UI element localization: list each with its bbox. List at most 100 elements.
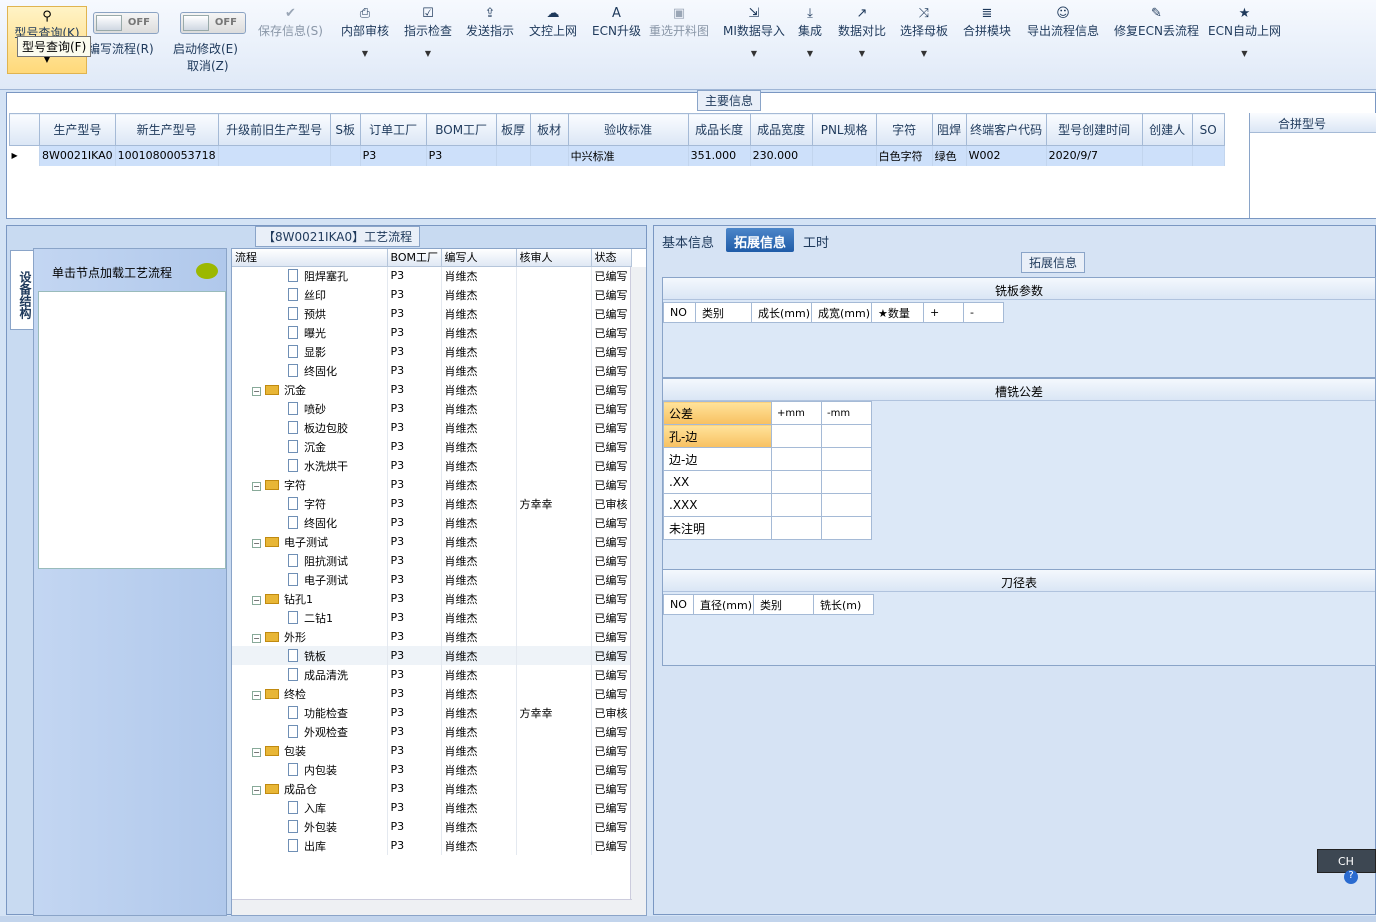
table-cell[interactable]: 351.000	[688, 145, 751, 166]
table-cell[interactable]	[812, 145, 877, 166]
tab-2[interactable]: 工时	[795, 228, 837, 252]
tolerance-row[interactable]: .XX	[663, 470, 872, 494]
tree-row[interactable]: 板边包胶 P3 肖维杰 已编写	[232, 418, 632, 437]
tolerance-row[interactable]: .XXX	[663, 493, 872, 517]
tree-row[interactable]: 成品清洗 P3 肖维杰 已编写	[232, 665, 632, 684]
collapse-icon[interactable]: −	[252, 747, 261, 757]
tolerance-minus-input[interactable]	[821, 447, 872, 471]
tab-equipment-structure[interactable]: 设备结构	[10, 250, 34, 330]
horizontal-scrollbar[interactable]	[232, 899, 632, 915]
column-header[interactable]: 生产型号	[39, 113, 116, 146]
table-cell[interactable]: P3	[360, 145, 427, 166]
table-cell[interactable]: 230.000	[750, 145, 813, 166]
tree-node[interactable]: 阻抗测试	[232, 551, 388, 570]
tree-column-header[interactable]: BOM工厂	[387, 249, 442, 267]
tree-row[interactable]: 显影 P3 肖维杰 已编写	[232, 342, 632, 361]
tree-node[interactable]: − 电子测试	[232, 532, 388, 551]
tree-node[interactable]: − 终检	[232, 684, 388, 703]
tree-row[interactable]: 外观检查 P3 肖维杰 已编写	[232, 722, 632, 741]
dropdown-arrow-icon[interactable]: ▼	[798, 49, 822, 58]
tree-row[interactable]: − 沉金 P3 肖维杰 已编写	[232, 380, 632, 399]
collapse-icon[interactable]: −	[252, 785, 261, 795]
toolbar-button-1[interactable]: ⎙ 内部审核 ▼	[341, 6, 389, 58]
tree-row[interactable]: − 字符 P3 肖维杰 已编写	[232, 475, 632, 494]
tree-node[interactable]: 终固化	[232, 513, 388, 532]
tool-column-header[interactable]: 类别	[753, 594, 814, 615]
column-header[interactable]: 成品宽度	[749, 113, 813, 146]
tree-row[interactable]: 内包装 P3 肖维杰 已编写	[232, 760, 632, 779]
tree-row[interactable]: 字符 P3 肖维杰 方幸幸 已审核	[232, 494, 632, 513]
mill-column-header[interactable]: 成宽(mm)	[811, 302, 872, 323]
column-header[interactable]: SO	[1191, 113, 1225, 146]
tree-row[interactable]: 入库 P3 肖维杰 已编写	[232, 798, 632, 817]
column-header[interactable]: 验收标准	[567, 113, 689, 146]
mill-column-header[interactable]: 成长(mm)	[751, 302, 812, 323]
tolerance-minus-input[interactable]	[821, 424, 872, 448]
toolbar-button-8[interactable]: ⤓ 集成 ▼	[798, 6, 822, 58]
tolerance-minus-input[interactable]	[821, 516, 872, 540]
tree-node[interactable]: 电子测试	[232, 570, 388, 589]
tree-node[interactable]: 喷砂	[232, 399, 388, 418]
tree-row[interactable]: 喷砂 P3 肖维杰 已编写	[232, 399, 632, 418]
collapse-icon[interactable]: −	[252, 386, 261, 396]
toolbar-button-5[interactable]: A ECN升级	[592, 6, 641, 39]
collapse-icon[interactable]: −	[252, 633, 261, 643]
table-cell[interactable]	[1192, 145, 1225, 166]
tree-node[interactable]: 内包装	[232, 760, 388, 779]
tree-row[interactable]: 水洗烘干 P3 肖维杰 已编写	[232, 456, 632, 475]
dropdown-arrow-icon[interactable]: ▼	[900, 49, 948, 58]
column-header[interactable]: 成品长度	[687, 113, 751, 146]
column-header[interactable]: 新生产型号	[114, 113, 219, 146]
tree-node[interactable]: 丝印	[232, 285, 388, 304]
column-header[interactable]: 板厚	[495, 113, 531, 146]
tree-row[interactable]: − 成品仓 P3 肖维杰 已编写	[232, 779, 632, 798]
tree-node[interactable]: 出库	[232, 836, 388, 855]
tolerance-plus-input[interactable]	[771, 424, 822, 448]
toolbar-button-6[interactable]: ▣ 重选开料图	[649, 6, 709, 39]
table-cell[interactable]: 白色字符	[876, 145, 933, 166]
tree-node[interactable]: 曝光	[232, 323, 388, 342]
tree-row[interactable]: − 电子测试 P3 肖维杰 已编写	[232, 532, 632, 551]
tree-node[interactable]: 字符	[232, 494, 388, 513]
tree-node[interactable]: 铣板	[232, 646, 388, 665]
tree-node[interactable]: 入库	[232, 798, 388, 817]
tool-column-header[interactable]: 铣长(m)	[813, 594, 874, 615]
tree-node[interactable]: 二钻1	[232, 608, 388, 627]
tab-0[interactable]: 基本信息	[654, 228, 722, 252]
toolbar-button-12[interactable]: ☺ 导出流程信息	[1027, 6, 1099, 39]
table-cell[interactable]	[496, 145, 531, 166]
cancel-edit-label[interactable]: 取消(Z)	[187, 57, 229, 74]
tolerance-plus-input[interactable]	[771, 447, 822, 471]
chat-bubble-icon[interactable]	[196, 263, 218, 279]
start-edit-switch[interactable]: OFF	[180, 12, 246, 34]
tree-node[interactable]: − 字符	[232, 475, 388, 494]
tree-node[interactable]: 预烘	[232, 304, 388, 323]
tree-node[interactable]: 显影	[232, 342, 388, 361]
column-header[interactable]: 升级前旧生产型号	[217, 113, 331, 146]
table-cell[interactable]: 2020/9/7	[1046, 145, 1143, 166]
tolerance-plus-input[interactable]	[771, 493, 822, 517]
tree-row[interactable]: 出库 P3 肖维杰 已编写	[232, 836, 632, 855]
tree-node[interactable]: 水洗烘干	[232, 456, 388, 475]
collapse-icon[interactable]: −	[252, 595, 261, 605]
tree-row[interactable]: − 包装 P3 肖维杰 已编写	[232, 741, 632, 760]
toolbar-button-9[interactable]: ↗ 数据对比 ▼	[838, 6, 886, 58]
mill-column-header[interactable]: +	[923, 302, 964, 323]
table-cell[interactable]	[530, 145, 569, 166]
column-header[interactable]: PNL规格	[811, 113, 877, 146]
table-cell[interactable]	[1142, 145, 1193, 166]
dropdown-arrow-icon[interactable]: ▼	[838, 49, 886, 58]
tree-row[interactable]: 电子测试 P3 肖维杰 已编写	[232, 570, 632, 589]
dropdown-arrow-icon[interactable]: ▼	[341, 49, 389, 58]
tree-node[interactable]: 外包装	[232, 817, 388, 836]
tree-node[interactable]: 外观检查	[232, 722, 388, 741]
column-header[interactable]: BOM工厂	[425, 113, 497, 146]
column-header[interactable]: 板材	[529, 113, 569, 146]
tree-node[interactable]: − 包装	[232, 741, 388, 760]
toolbar-button-0[interactable]: ✔ 保存信息(S)	[258, 6, 323, 39]
help-icon[interactable]: ?	[1344, 870, 1358, 884]
tolerance-minus-input[interactable]	[821, 470, 872, 494]
column-header[interactable]: S板	[329, 113, 361, 146]
tree-column-header[interactable]: 状态	[591, 249, 632, 267]
tree-node[interactable]: 沉金	[232, 437, 388, 456]
